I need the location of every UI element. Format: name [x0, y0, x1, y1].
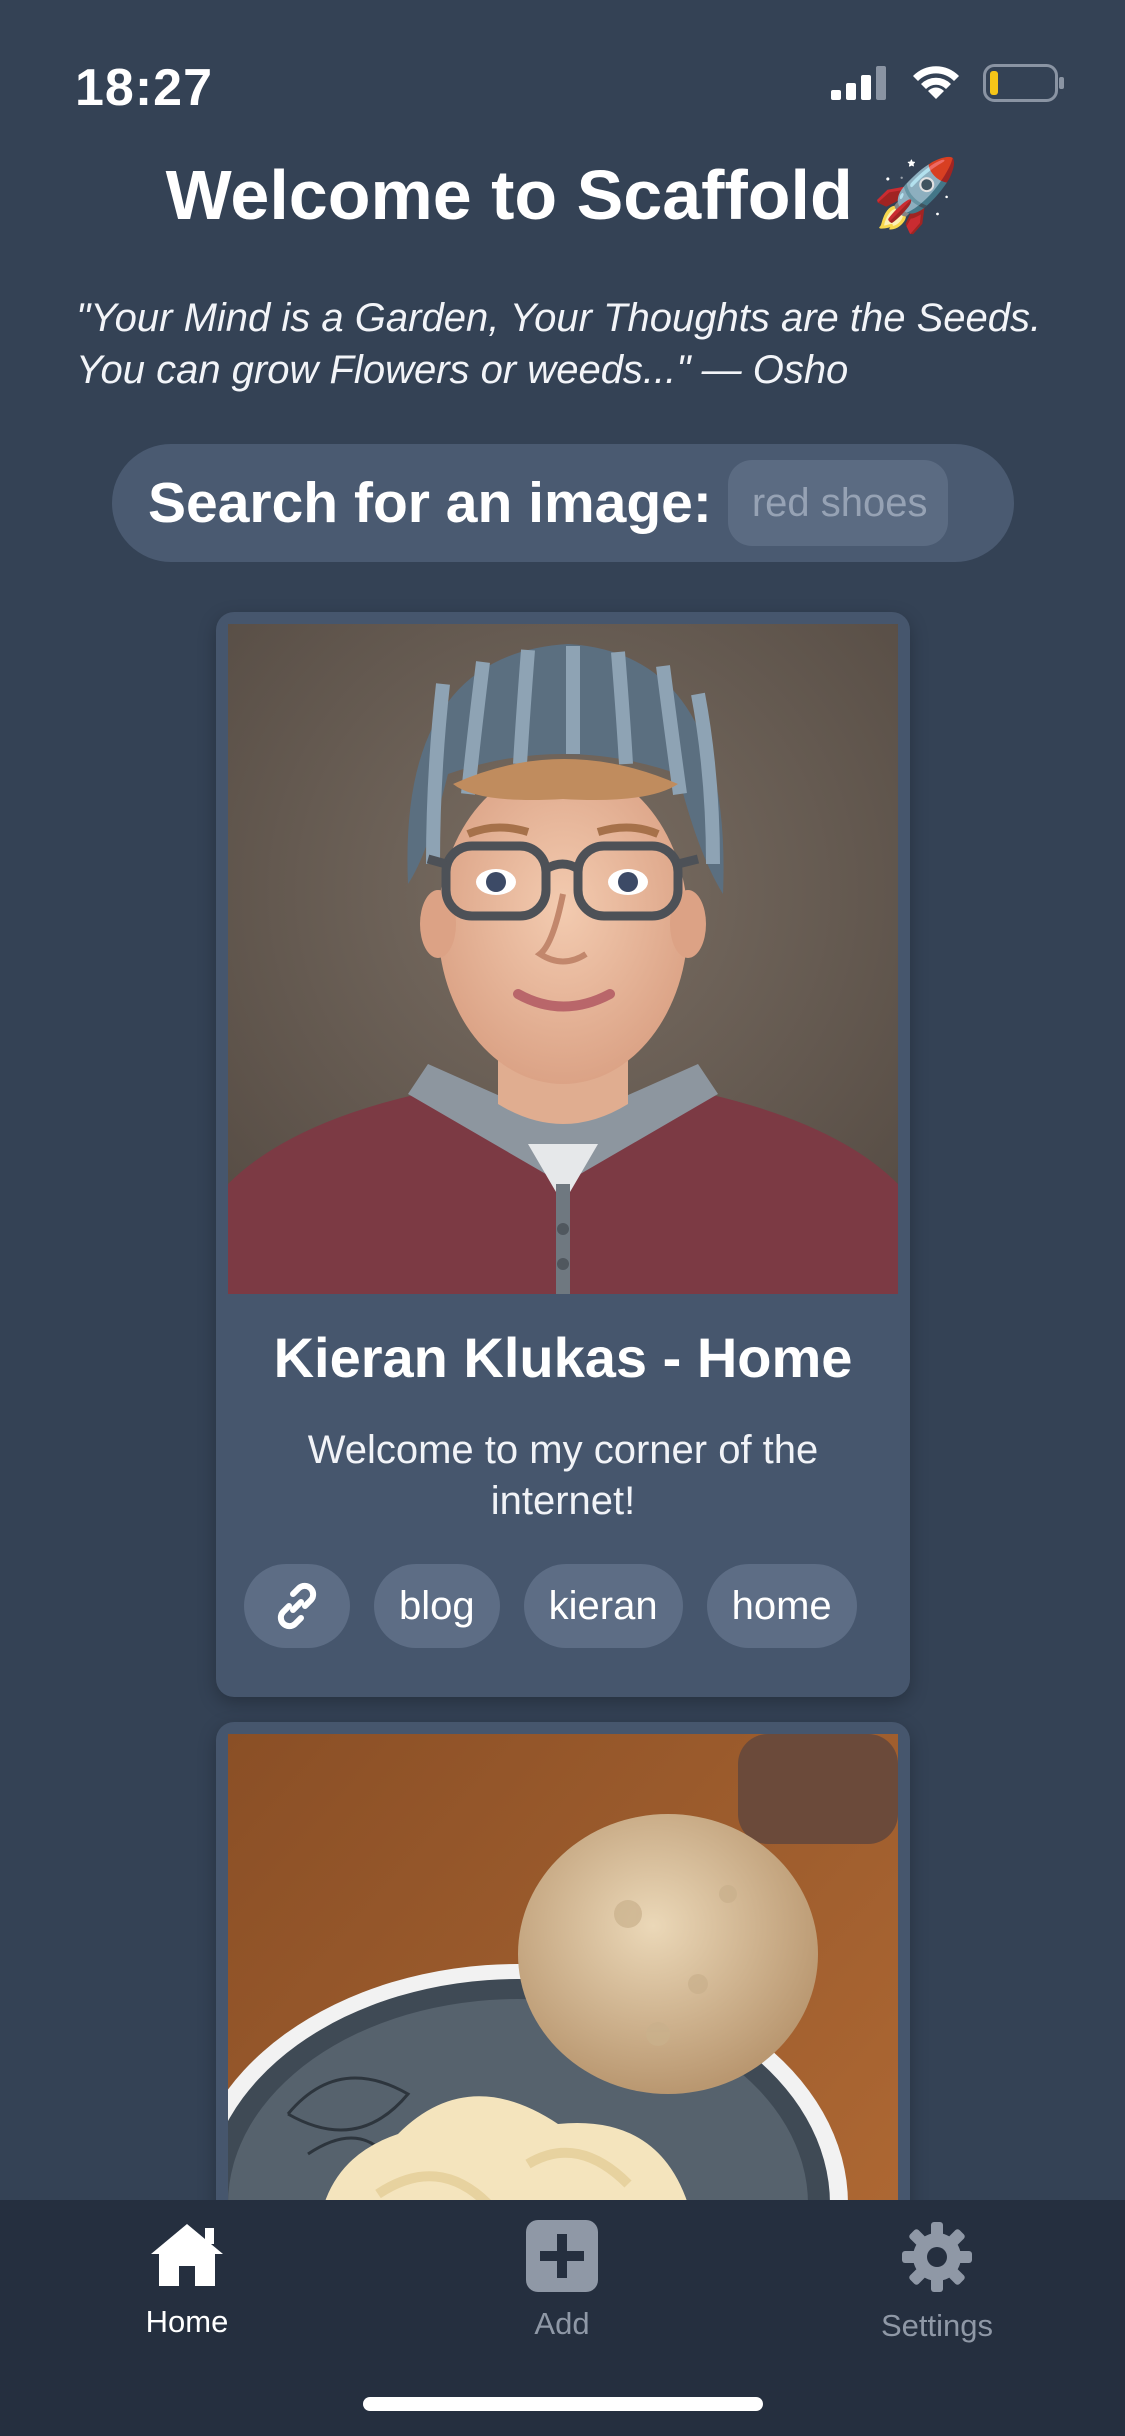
tab-home[interactable]: Home [87, 2220, 287, 2340]
link-button[interactable] [244, 1564, 350, 1648]
card-description: Welcome to my corner of the internet! [307, 1428, 819, 1523]
search-bar: Search for an image: [112, 444, 1014, 562]
status-icons [831, 64, 1065, 102]
home-indicator[interactable] [363, 2397, 763, 2411]
page-title: Welcome to Scaffold 🚀 [165, 156, 960, 234]
tag-home[interactable]: home [706, 1564, 857, 1648]
link-card[interactable]: Kieran Klukas - Home Welcome to my corne… [216, 612, 910, 1697]
quote-text: "Your Mind is a Garden, Your Thoughts ar… [76, 296, 1042, 392]
cellular-signal-icon [831, 66, 886, 100]
tab-settings-label: Settings [880, 2308, 993, 2343]
link-icon [277, 1582, 317, 1630]
tag-kieran[interactable]: kieran [523, 1564, 683, 1648]
battery-low-icon [983, 64, 1064, 102]
status-time: 18:27 [75, 59, 213, 117]
tab-add-label: Add [534, 2306, 590, 2341]
wifi-icon [913, 66, 959, 99]
app-screen: 18:27 Welcome to Scaffold 🚀 "Your Mind i… [0, 0, 1125, 2436]
plus-square-icon [526, 2220, 598, 2292]
search-input[interactable] [727, 460, 948, 546]
card-title: Kieran Klukas - Home [273, 1326, 853, 1389]
tab-home-label: Home [145, 2304, 229, 2339]
tab-settings[interactable]: Settings [837, 2220, 1037, 2344]
tag-list: blog kieran home [244, 1564, 857, 1648]
home-icon [151, 2224, 223, 2286]
status-bar: 18:27 [0, 0, 1125, 150]
tag-blog[interactable]: blog [374, 1564, 500, 1648]
tab-add[interactable]: Add [462, 2220, 662, 2342]
search-label: Search for an image: [148, 471, 712, 535]
profile-illustration-image [228, 624, 898, 1294]
gear-icon [902, 2222, 972, 2292]
